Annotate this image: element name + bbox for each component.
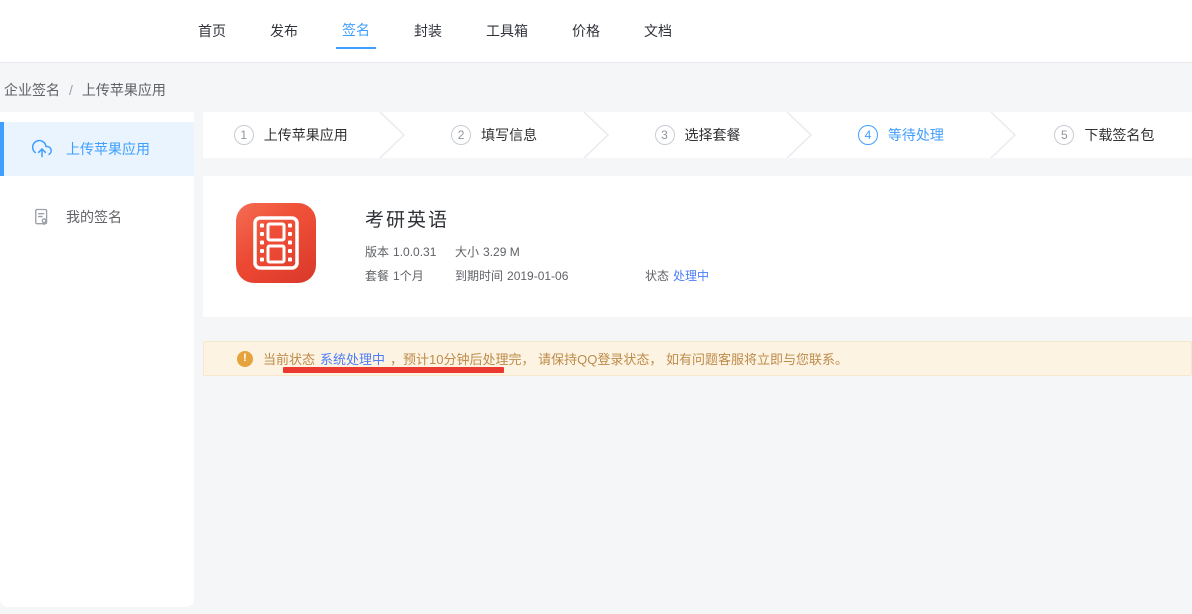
- nav-item-label: 价格: [566, 15, 606, 48]
- main-nav: 首页 发布 签名 封装 工具箱 价格 文档: [192, 0, 1192, 62]
- film-icon: [253, 216, 299, 270]
- breadcrumb-item-current: 上传苹果应用: [82, 82, 166, 98]
- step-label: 填写信息: [481, 125, 537, 145]
- field-label: 套餐: [365, 269, 389, 283]
- step-label: 选择套餐: [685, 125, 741, 145]
- sidebar-item-label: 我的签名: [66, 207, 122, 227]
- step-label: 下载签名包: [1084, 125, 1154, 145]
- app-version-field: 版本 1.0.0.31: [365, 244, 455, 261]
- step-fill-info: 2 填写信息: [406, 112, 581, 158]
- warning-icon: !: [237, 351, 253, 367]
- step-upload-app: 1 上传苹果应用: [203, 112, 378, 158]
- app-fields-row-1: 版本 1.0.0.31 大小 3.29 M: [365, 244, 709, 261]
- field-label: 版本: [365, 245, 389, 259]
- field-value: 3.29 M: [483, 245, 520, 259]
- app-expire-field: 到期时间 2019-01-06: [455, 268, 645, 285]
- breadcrumb-item-enterprise-signature[interactable]: 企业签名: [4, 82, 60, 98]
- step-wait-processing: 4 等待处理: [813, 112, 988, 158]
- app-status-field: 状态处理中: [645, 268, 709, 285]
- chevron-right-icon: [582, 112, 610, 158]
- app-icon: [236, 203, 316, 283]
- top-header: 首页 发布 签名 封装 工具箱 价格 文档: [0, 0, 1192, 63]
- nav-item-package[interactable]: 封装: [408, 15, 448, 48]
- field-value: 1.0.0.31: [393, 245, 436, 259]
- breadcrumb: 企业签名 / 上传苹果应用: [4, 80, 166, 100]
- step-number: 1: [234, 125, 254, 145]
- nav-item-label: 文档: [638, 15, 678, 48]
- chevron-right-icon: [378, 112, 406, 158]
- sidebar-item-upload-apple-app[interactable]: 上传苹果应用: [0, 122, 194, 176]
- chevron-right-icon: [785, 112, 813, 158]
- nav-item-home[interactable]: 首页: [192, 15, 232, 48]
- step-number: 3: [655, 125, 675, 145]
- sidebar: 上传苹果应用 我的签名: [0, 112, 194, 607]
- red-underline-annotation: [283, 367, 504, 373]
- app-card: 考研英语 版本 1.0.0.31 大小 3.29 M 套餐 1个月 到期时间 2019-…: [203, 176, 1192, 317]
- nav-item-label: 签名: [336, 14, 376, 49]
- cloud-upload-icon: [32, 139, 52, 159]
- alert-prefix-text: 当前状态: [263, 349, 315, 368]
- field-label: 状态: [645, 269, 669, 283]
- breadcrumb-separator: /: [69, 82, 73, 98]
- chevron-right-icon: [989, 112, 1017, 158]
- step-label: 上传苹果应用: [264, 125, 348, 145]
- my-signature-icon: [32, 207, 52, 227]
- nav-item-label: 发布: [264, 15, 304, 48]
- nav-item-label: 封装: [408, 15, 448, 48]
- nav-item-signature[interactable]: 签名: [336, 14, 376, 49]
- step-download-package: 5 下载签名包: [1017, 112, 1192, 158]
- step-number: 2: [451, 125, 471, 145]
- main-content: 1 上传苹果应用 2 填写信息 3 选择套餐 4 等待处理: [203, 112, 1192, 376]
- step-number: 5: [1054, 125, 1074, 145]
- nav-item-publish[interactable]: 发布: [264, 15, 304, 48]
- nav-item-toolbox[interactable]: 工具箱: [480, 15, 534, 48]
- nav-item-label: 工具箱: [480, 15, 534, 48]
- nav-item-docs[interactable]: 文档: [638, 15, 678, 48]
- sidebar-item-label: 上传苹果应用: [66, 139, 150, 159]
- app-plan-field: 套餐 1个月: [365, 268, 455, 285]
- alert-status-link[interactable]: 系统处理中: [320, 349, 385, 368]
- field-value: 2019-01-06: [507, 269, 568, 283]
- field-label: 到期时间: [455, 269, 503, 283]
- step-number: 4: [858, 125, 878, 145]
- steps-bar: 1 上传苹果应用 2 填写信息 3 选择套餐 4 等待处理: [203, 112, 1192, 158]
- alert-suffix-text: ，预计10分钟后处理完， 请保持QQ登录状态， 如有问题客服将立即与您联系。: [390, 349, 848, 368]
- field-label: 大小: [455, 245, 479, 259]
- app-title: 考研英语: [365, 205, 709, 232]
- page: 首页 发布 签名 封装 工具箱 价格 文档 企业签名 / 上传苹果应用: [0, 0, 1192, 614]
- field-value: 1个月: [393, 269, 424, 283]
- app-info: 考研英语 版本 1.0.0.31 大小 3.29 M 套餐 1个月 到期时间 2019-…: [365, 203, 709, 317]
- app-size-field: 大小 3.29 M: [455, 244, 645, 261]
- status-badge: 处理中: [673, 269, 709, 283]
- sidebar-item-my-signatures[interactable]: 我的签名: [0, 190, 194, 244]
- app-fields-row-2: 套餐 1个月 到期时间 2019-01-06 状态处理中: [365, 268, 709, 285]
- step-choose-plan: 3 选择套餐: [610, 112, 785, 158]
- nav-item-label: 首页: [192, 15, 232, 48]
- step-label: 等待处理: [888, 125, 944, 145]
- nav-item-pricing[interactable]: 价格: [566, 15, 606, 48]
